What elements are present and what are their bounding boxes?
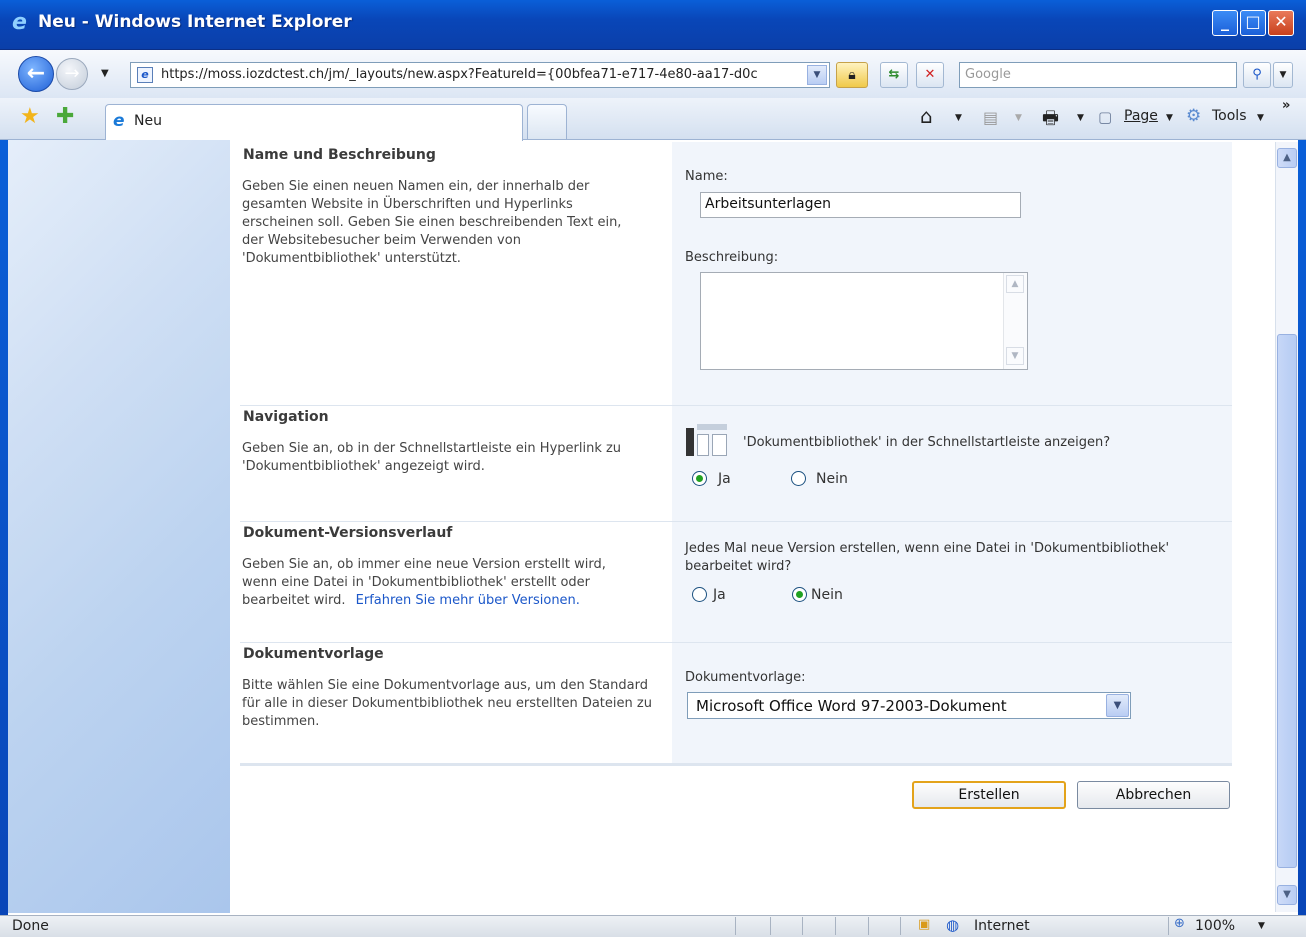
ie-logo-icon: e: [12, 10, 27, 35]
page-icon: e: [137, 67, 153, 83]
add-favorites-icon[interactable]: ✚: [56, 104, 74, 129]
chevron-up-icon[interactable]: ▲: [1006, 275, 1024, 293]
status-divider: [770, 917, 771, 935]
section-description-name: Geben Sie einen neuen Namen ein, der inn…: [242, 179, 622, 266]
page-menu[interactable]: Page: [1124, 108, 1158, 124]
template-select[interactable]: Microsoft Office Word 97-2003-Dokument: [687, 692, 1131, 719]
stop-button[interactable]: ✕: [916, 62, 944, 88]
ie-tab-icon: e: [113, 111, 125, 131]
address-dropdown-icon[interactable]: ▼: [807, 65, 827, 85]
forward-button[interactable]: →: [56, 58, 88, 90]
versioning-no-label[interactable]: Nein: [811, 587, 843, 603]
template-label: Dokumentvorlage:: [685, 670, 806, 685]
lock-icon[interactable]: 🔒︎: [836, 62, 868, 88]
navigation-yes-label[interactable]: Ja: [718, 471, 731, 487]
chevron-more-icon[interactable]: »: [1282, 98, 1290, 113]
status-bar: Done: [0, 915, 1306, 937]
home-icon[interactable]: ⌂: [920, 104, 933, 128]
scroll-up-icon[interactable]: ▲: [1277, 148, 1297, 168]
globe-icon: ◍: [946, 916, 960, 934]
form-bottom-line: [240, 763, 1232, 766]
status-divider: [735, 917, 736, 935]
print-icon[interactable]: 🖶︎: [1042, 106, 1059, 136]
versioning-yes-label[interactable]: Ja: [713, 587, 726, 603]
window-border-left: [0, 140, 8, 915]
window-border-right: [1298, 140, 1306, 915]
template-selected-value: Microsoft Office Word 97-2003-Dokument: [696, 697, 1007, 715]
chevron-down-icon[interactable]: ▼: [1106, 694, 1129, 717]
security-zone[interactable]: Internet: [974, 918, 1030, 934]
tools-menu[interactable]: Tools: [1212, 108, 1247, 124]
chevron-down-icon[interactable]: ▼: [1006, 347, 1024, 365]
tools-gear-icon[interactable]: ⚙: [1186, 106, 1201, 126]
back-button[interactable]: ←: [18, 56, 54, 92]
refresh-button[interactable]: ⇆: [880, 62, 908, 88]
favorites-center-icon[interactable]: ★: [20, 104, 40, 129]
name-label: Name:: [685, 169, 728, 184]
home-dropdown-icon[interactable]: ▼: [955, 113, 962, 123]
status-divider: [900, 917, 901, 935]
feeds-dropdown-icon[interactable]: ▼: [1015, 113, 1022, 123]
zoom-level[interactable]: 100%: [1195, 918, 1235, 934]
status-text: Done: [12, 918, 49, 934]
status-divider: [835, 917, 836, 935]
navigation-section-panel: [672, 406, 1232, 521]
section-title-template: Dokumentvorlage: [243, 646, 384, 662]
status-divider: [802, 917, 803, 935]
navigation-no-label[interactable]: Nein: [816, 471, 848, 487]
status-divider: [868, 917, 869, 935]
navigation-question: 'Dokumentbibliothek' in der Schnellstart…: [743, 435, 1111, 450]
zoom-icon[interactable]: ⊕: [1174, 916, 1185, 931]
feeds-icon[interactable]: ▤: [983, 108, 998, 127]
address-url[interactable]: https://moss.iozdctest.ch/jm/_layouts/ne…: [161, 67, 801, 82]
protected-mode-icon[interactable]: ▣: [918, 917, 930, 932]
page-menu-icon[interactable]: ▢: [1098, 108, 1112, 126]
description-textarea[interactable]: [700, 272, 1028, 370]
section-description-template: Bitte wählen Sie eine Dokumentvorlage au…: [242, 678, 652, 729]
page-dropdown-icon[interactable]: ▼: [1166, 113, 1173, 123]
zoom-dropdown-icon[interactable]: ▼: [1258, 921, 1265, 931]
minimize-button[interactable]: _: [1212, 10, 1238, 36]
tab-label: Neu: [134, 113, 162, 129]
section-description-versioning: Geben Sie an, ob immer eine neue Version…: [242, 556, 642, 610]
navigation-no-radio[interactable]: [791, 471, 806, 486]
description-label: Beschreibung:: [685, 250, 779, 265]
window-title: Neu - Windows Internet Explorer: [38, 12, 352, 32]
scroll-down-icon[interactable]: ▼: [1277, 885, 1297, 905]
versioning-question: Jedes Mal neue Version erstellen, wenn e…: [685, 541, 1170, 574]
print-dropdown-icon[interactable]: ▼: [1077, 113, 1084, 123]
tab-neu[interactable]: e Neu: [105, 104, 523, 141]
maximize-button[interactable]: □: [1240, 10, 1266, 36]
history-dropdown-icon[interactable]: ▼: [101, 68, 109, 79]
search-input[interactable]: Google: [959, 62, 1237, 88]
quicklaunch-icon: [686, 424, 728, 458]
scrollbar-thumb[interactable]: [1277, 334, 1297, 868]
navigation-yes-radio[interactable]: [692, 471, 707, 486]
new-tab-button[interactable]: [527, 104, 567, 139]
description-scrollbar[interactable]: ▲ ▼: [1003, 273, 1027, 369]
section-title-navigation: Navigation: [243, 409, 329, 425]
status-divider: [1168, 917, 1169, 935]
close-button[interactable]: ✕: [1268, 10, 1294, 36]
section-title-versioning: Dokument-Versionsverlauf: [243, 525, 453, 541]
section-description-navigation: Geben Sie an, ob in der Schnellstartleis…: [242, 441, 622, 474]
cancel-button[interactable]: Abbrechen: [1077, 781, 1230, 809]
search-icon[interactable]: ⚲: [1243, 62, 1271, 88]
section-title-name: Name und Beschreibung: [243, 147, 436, 163]
title-bar: e Neu - Windows Internet Explorer _ □ ✕: [0, 0, 1306, 50]
search-options-icon[interactable]: ▼: [1273, 62, 1293, 88]
address-bar[interactable]: e https://moss.iozdctest.ch/jm/_layouts/…: [130, 62, 830, 88]
versioning-no-radio[interactable]: [792, 587, 807, 602]
tools-dropdown-icon[interactable]: ▼: [1257, 113, 1264, 123]
versioning-yes-radio[interactable]: [692, 587, 707, 602]
left-navigation-panel: [8, 140, 230, 913]
create-button[interactable]: Erstellen: [912, 781, 1066, 809]
versioning-learn-more-link[interactable]: Erfahren Sie mehr über Versionen.: [356, 593, 580, 608]
name-input[interactable]: Arbeitsunterlagen: [700, 192, 1021, 218]
